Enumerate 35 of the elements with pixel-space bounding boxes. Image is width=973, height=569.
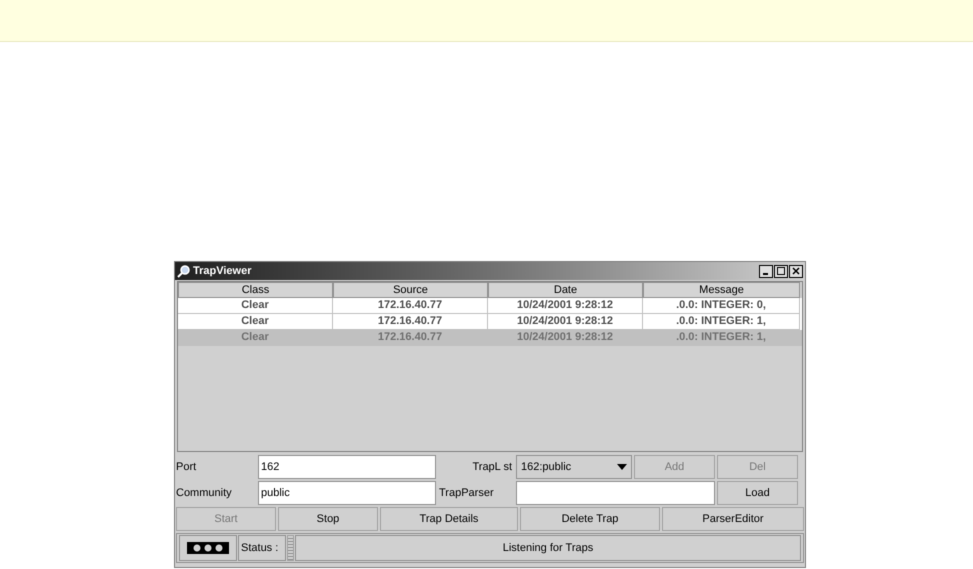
button[interactable]: ParserEditor — [662, 507, 804, 531]
column-header[interactable]: Source — [333, 282, 488, 298]
button[interactable]: Stop — [278, 507, 378, 531]
window-title: TrapViewer — [193, 264, 252, 279]
magnifier-icon — [177, 264, 191, 278]
three-dots-icon — [187, 542, 229, 554]
button[interactable]: Load — [717, 481, 798, 505]
minimize-button[interactable] — [759, 264, 773, 278]
table-cell: 172.16.40.77 — [333, 330, 488, 346]
traplist-dropdown[interactable]: 162:public — [516, 455, 632, 479]
traplist-label: TrapL st — [471, 460, 513, 475]
trapparser-label: TrapParser — [438, 486, 495, 501]
button[interactable]: Delete Trap — [520, 507, 660, 531]
maximize-button[interactable] — [774, 264, 788, 278]
resize-grip[interactable] — [287, 535, 294, 561]
close-icon — [792, 267, 800, 275]
button[interactable]: Trap Details — [380, 507, 518, 531]
port-field[interactable]: 162 — [258, 455, 436, 479]
close-button[interactable] — [789, 264, 803, 278]
table-cell: Clear — [178, 330, 333, 346]
trapparser-field[interactable] — [516, 481, 715, 505]
port-label: Port — [176, 460, 198, 475]
column-header[interactable]: Class — [178, 282, 333, 298]
status-message: Listening for Traps — [295, 535, 801, 561]
maximize-icon — [777, 267, 785, 275]
table-cell: .0.0: INTEGER: 1, — [643, 330, 800, 346]
table-row[interactable]: Clear 172.16.40.77 10/24/2001 9:28:12 .0.0: INTEGER: 1, — [178, 314, 802, 330]
column-header[interactable]: Message — [643, 282, 800, 298]
table-cell: 10/24/2001 9:28:12 — [488, 330, 643, 346]
table-row[interactable]: Clear 172.16.40.77 10/24/2001 9:28:12 .0.0: INTEGER: 0, — [178, 298, 802, 314]
community-field[interactable]: public — [258, 481, 436, 505]
status-label: Status : — [238, 535, 286, 561]
column-header[interactable]: Date — [488, 282, 643, 298]
community-label: Community — [176, 486, 233, 501]
dropdown-arrow-icon — [617, 464, 627, 470]
